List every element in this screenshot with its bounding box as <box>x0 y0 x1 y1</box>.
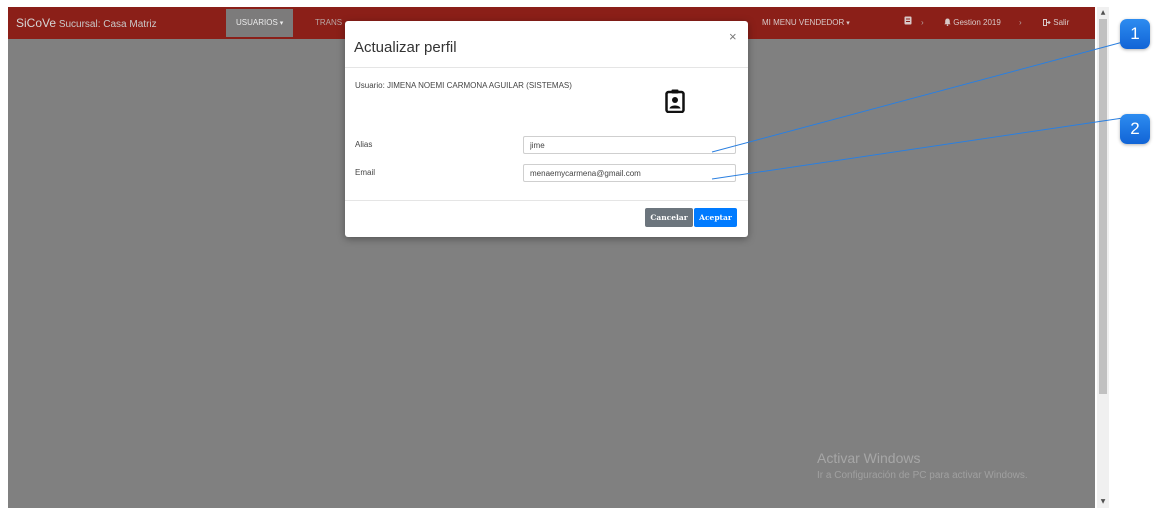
nav-item-label: MI MENU VENDEDOR <box>762 18 845 27</box>
brand[interactable]: SiCoVe Sucursal: Casa Matriz <box>16 16 157 30</box>
nav-item-label: Gestion 2019 <box>953 18 1001 27</box>
modal-header: Actualizar perfil × <box>345 21 748 68</box>
nav-separator: › <box>1019 18 1022 27</box>
vertical-scrollbar[interactable]: ▲ ▼ <box>1097 7 1109 508</box>
caret-down-icon: ▾ <box>279 20 284 27</box>
email-label: Email <box>355 168 376 177</box>
windows-activation-subtitle: Ir a Configuración de PC para activar Wi… <box>817 470 1028 481</box>
user-info: Usuario: JIMENA NOEMI CARMONA AGUILAR (S… <box>355 81 572 90</box>
nav-item-label: USUARIOS <box>236 18 278 27</box>
nav-separator: › <box>921 18 924 27</box>
accept-button[interactable]: Aceptar <box>694 208 737 227</box>
nav-item-gestion[interactable]: Gestion 2019 <box>944 7 1001 39</box>
modal-title: Actualizar perfil <box>354 39 457 56</box>
nav-item-trans[interactable]: TRANS <box>315 7 342 39</box>
nav-item-mi-menu-vendedor[interactable]: MI MENU VENDEDOR ▾ <box>762 7 850 39</box>
document-icon[interactable] <box>904 7 912 39</box>
nav-item-label: TRANS <box>315 18 343 27</box>
email-field[interactable] <box>523 164 736 182</box>
cancel-button[interactable]: Cancelar <box>645 208 693 227</box>
nav-item-usuarios[interactable]: USUARIOS ▾ <box>226 9 294 37</box>
alias-field[interactable] <box>523 136 736 154</box>
logout-link[interactable]: Salir <box>1043 7 1069 39</box>
alias-label: Alias <box>355 140 373 149</box>
callout-badge-2: 2 <box>1120 114 1150 144</box>
scroll-thumb[interactable] <box>1099 19 1107 394</box>
brand-branch: Sucursal: Casa Matriz <box>58 19 157 30</box>
modal-divider <box>345 200 748 201</box>
sign-out-icon <box>1043 19 1051 26</box>
id-badge-icon <box>665 89 685 113</box>
brand-name: SiCoVe <box>16 16 57 30</box>
windows-activation-title: Activar Windows <box>817 450 921 466</box>
update-profile-modal: Actualizar perfil × Usuario: JIMENA NOEM… <box>345 21 748 237</box>
scroll-down-arrow-icon[interactable]: ▼ <box>1099 498 1107 506</box>
scroll-up-arrow-icon[interactable]: ▲ <box>1099 9 1107 17</box>
nav-item-label: Salir <box>1053 18 1070 27</box>
bell-icon <box>944 18 951 26</box>
caret-down-icon: ▾ <box>846 20 850 27</box>
callout-badge-1: 1 <box>1120 19 1150 49</box>
close-icon[interactable]: × <box>729 29 737 44</box>
